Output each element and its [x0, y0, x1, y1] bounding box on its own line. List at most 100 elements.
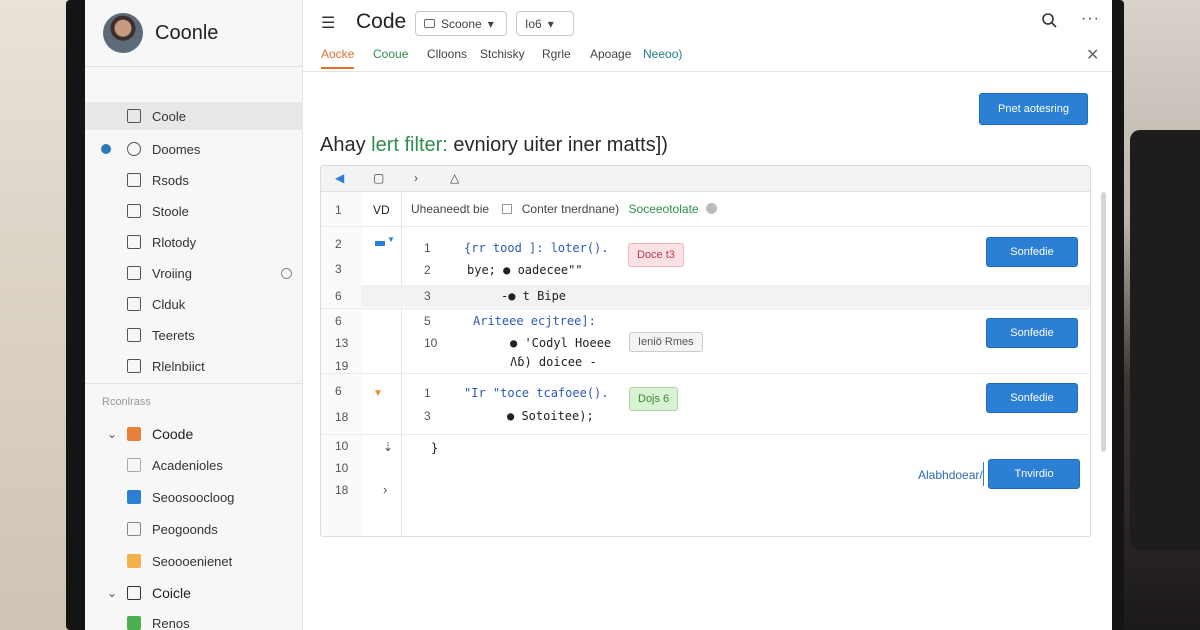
file-icon: [127, 235, 141, 249]
row-action-button[interactable]: Tnvirdio: [988, 459, 1080, 489]
code-line[interactable]: Ʌɓ) doicee -: [510, 355, 597, 369]
list-icon: [127, 173, 141, 187]
sidebar-item-stoole[interactable]: Stoole: [85, 197, 303, 225]
gutter-separator: [401, 192, 402, 536]
advanced-link[interactable]: Alabhdoear/: [918, 468, 983, 482]
folder-coicle[interactable]: ⌄ Coicle: [85, 579, 303, 607]
folder-seoosoocloog[interactable]: Seoosoocloog: [85, 483, 303, 511]
code-line[interactable]: {rr tood ]: loter().: [464, 241, 609, 255]
code-line[interactable]: Ariteee ecjtree]:: [473, 314, 596, 328]
fold-arrow-icon[interactable]: ▼: [387, 235, 395, 244]
sidebar-item-teerets[interactable]: Teerets: [85, 321, 303, 349]
more-options-icon[interactable]: ···: [1081, 10, 1100, 28]
tab-rgrle[interactable]: Rgrle: [542, 47, 571, 61]
code-line[interactable]: ● 'Codyl Hoeee: [510, 336, 611, 350]
line-number: 18: [335, 483, 349, 497]
line-number: 2: [424, 263, 431, 277]
window-icon: [424, 19, 435, 28]
code-line[interactable]: }: [431, 441, 438, 455]
sidebar-item-rsods[interactable]: Rsods: [85, 166, 303, 194]
chevron-down-icon[interactable]: ⌄: [107, 586, 117, 600]
code-line[interactable]: -● t Bipe: [501, 289, 566, 303]
header-link[interactable]: Soceeotolate: [629, 202, 699, 216]
tab-cooue[interactable]: Cooue: [373, 47, 408, 61]
line-number: 13: [335, 336, 349, 350]
editor-header: Uheaneedt bie Conter tnerdnane) Soceeoto…: [411, 202, 717, 216]
sidebar-item-doomes[interactable]: Doomes: [85, 135, 303, 163]
status-circle-icon[interactable]: [281, 267, 292, 279]
code-line[interactable]: "Ir "toce tcafoee().: [464, 386, 609, 400]
title-prefix: Ahay: [320, 134, 366, 156]
insert-icon[interactable]: ⇣: [383, 440, 393, 454]
primary-action-button[interactable]: Pnet aotesring: [979, 93, 1088, 125]
folder-label: Peogoonds: [152, 521, 218, 537]
checkbox-checked-icon[interactable]: [127, 490, 141, 504]
line-number: 1: [424, 241, 431, 255]
code-line[interactable]: ● Sotoitee);: [507, 409, 594, 423]
version-dropdown[interactable]: Io6 ▾: [516, 11, 574, 36]
folder-acadenioles[interactable]: Acadenioles: [85, 451, 303, 479]
sidebar-item-vroiing[interactable]: Vroiing: [85, 259, 303, 287]
sidebar-item-rlelnbiict[interactable]: Rlelnbiict: [85, 352, 303, 380]
doc-icon: [127, 359, 141, 373]
search-icon[interactable]: [1041, 12, 1057, 28]
sidebar-divider: [85, 66, 303, 67]
scrollbar[interactable]: [1101, 192, 1106, 452]
top-toolbar: ☰ Code Scoone ▾ Io6 ▾ ···: [303, 0, 1112, 44]
chevron-right-icon[interactable]: ›: [414, 171, 418, 185]
sidebar: Coonle Coole Doomes Rsods Stoole Rlotody…: [85, 0, 303, 630]
line-number: 3: [424, 289, 431, 303]
checkbox-icon[interactable]: [502, 204, 513, 214]
row-action-button[interactable]: Sonfedie: [986, 237, 1078, 267]
folder-coode[interactable]: ⌄ Coode: [85, 420, 303, 448]
brand-name: Coonle: [155, 21, 219, 44]
close-icon[interactable]: ✕: [1086, 45, 1099, 65]
tab-bar: Aocke Cooue Clloons Stchisky Rgrle Apoag…: [303, 44, 1112, 72]
sidebar-section-label: Rconlrass: [102, 396, 151, 408]
image-icon: [127, 204, 141, 218]
folder-renos[interactable]: Renos: [85, 609, 303, 630]
tab-clloons[interactable]: Clloons: [427, 47, 467, 61]
back-arrow-icon[interactable]: ◀: [335, 171, 344, 185]
avatar[interactable]: [103, 13, 143, 53]
line-number: 18: [335, 410, 349, 424]
code-line[interactable]: bye; ● oadecee"": [467, 263, 583, 277]
menu-icon[interactable]: ☰: [321, 13, 335, 33]
brand[interactable]: Coonle: [103, 13, 218, 53]
line-number: 10: [424, 336, 438, 350]
page-title: Ahay lert filter: evniory uiter iner mat…: [320, 134, 668, 157]
line-number: 6: [335, 384, 342, 398]
line-number: 3: [335, 262, 342, 276]
folder-seoooenienet[interactable]: Seoooenienet: [85, 547, 303, 575]
chevron-down-icon[interactable]: ⌄: [107, 427, 117, 441]
status-badge: Doce t3: [628, 243, 684, 267]
title-suffix: evniory uiter iner matts]): [453, 134, 668, 156]
chevron-right-icon[interactable]: ›: [383, 482, 387, 497]
fold-arrow-icon[interactable]: ▼: [373, 388, 383, 399]
row-action-button[interactable]: Sonfedie: [986, 383, 1078, 413]
checkbox-checked-icon[interactable]: [127, 616, 141, 630]
triangle-icon[interactable]: △: [450, 171, 459, 185]
folder-label: Coode: [152, 426, 194, 442]
sidebar-item-clduk[interactable]: Clduk: [85, 290, 303, 318]
folder-peogoonds[interactable]: Peogoonds: [85, 515, 303, 543]
line-number: 1: [424, 386, 431, 400]
scope-dropdown[interactable]: Scoone ▾: [415, 11, 507, 36]
tab-apoage[interactable]: Apoage: [590, 47, 631, 61]
app-window: Coonle Coole Doomes Rsods Stoole Rlotody…: [85, 0, 1112, 630]
sidebar-item-label: Vroiing: [152, 265, 192, 281]
document-icon: [127, 109, 141, 123]
folder-label: Seoooenienet: [152, 553, 233, 569]
tab-aocke[interactable]: Aocke: [321, 47, 355, 69]
tab-stchisky[interactable]: Stchisky: [480, 47, 525, 61]
status-badge: Dojs 6: [629, 387, 679, 411]
square-icon[interactable]: ▢: [373, 171, 384, 185]
line-number: 1: [335, 203, 342, 217]
info-icon[interactable]: [705, 203, 717, 214]
folder-label: Coicle: [152, 585, 191, 601]
title-highlight: lert filter:: [371, 134, 448, 156]
sidebar-item-coole[interactable]: Coole: [85, 102, 303, 130]
tab-neeoo[interactable]: Neeoo): [643, 47, 682, 61]
row-action-button[interactable]: Sonfedie: [986, 318, 1078, 348]
sidebar-item-rlotody[interactable]: Rlotody: [85, 228, 303, 256]
